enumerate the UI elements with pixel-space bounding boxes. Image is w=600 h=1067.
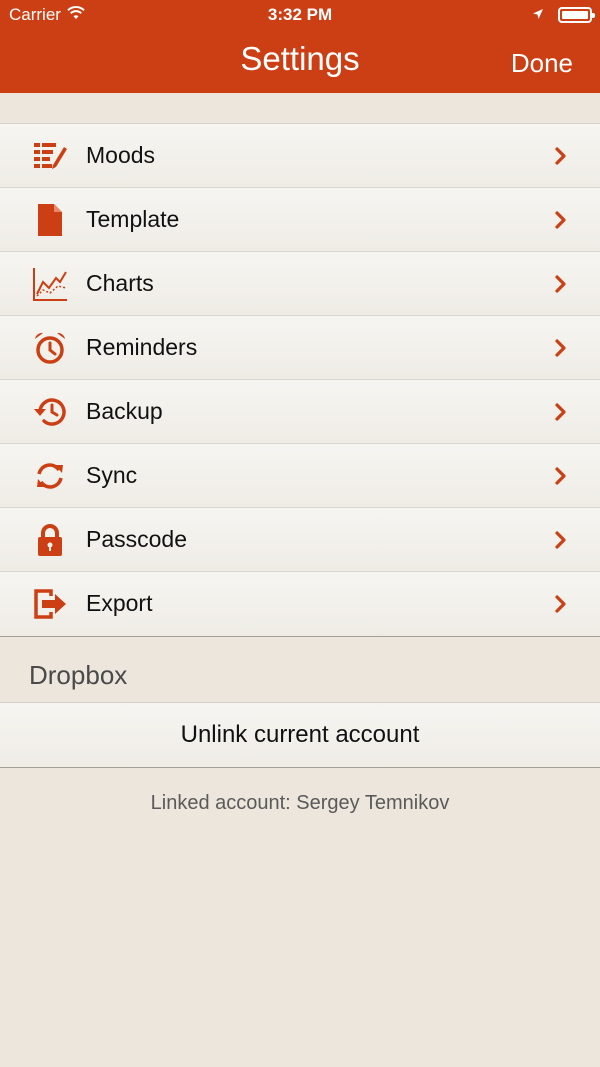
settings-item-label: Export — [86, 590, 153, 616]
chevron-right-icon — [555, 339, 566, 357]
line-chart-icon — [32, 266, 68, 302]
navigation-header: Carrier 3:32 PM Settings Done — [0, 0, 600, 93]
dropbox-section-header: Dropbox — [29, 660, 128, 690]
alarm-clock-icon — [32, 330, 68, 366]
settings-item-label: Moods — [86, 142, 156, 168]
settings-item-backup[interactable]: Backup — [0, 380, 600, 444]
chevron-right-icon — [555, 467, 566, 485]
chevron-right-icon — [555, 147, 566, 165]
settings-item-moods[interactable]: Moods — [0, 124, 600, 188]
settings-item-label: Passcode — [86, 526, 188, 552]
battery-icon — [558, 7, 595, 23]
settings-item-label: Reminders — [86, 334, 198, 360]
settings-item-label: Backup — [86, 398, 163, 424]
chevron-right-icon — [555, 531, 566, 549]
settings-item-template[interactable]: Template — [0, 188, 600, 252]
location-arrow-icon — [532, 5, 544, 25]
settings-item-export[interactable]: Export — [0, 572, 600, 636]
status-bar: Carrier 3:32 PM — [0, 0, 600, 30]
chevron-right-icon — [555, 403, 566, 421]
unlink-account-button[interactable]: Unlink current account — [0, 702, 600, 768]
chevron-right-icon — [555, 211, 566, 229]
status-right-indicators — [532, 5, 595, 25]
export-icon — [32, 586, 68, 622]
chevron-right-icon — [555, 595, 566, 613]
settings-item-label: Charts — [86, 270, 154, 296]
history-icon — [32, 394, 68, 430]
settings-item-reminders[interactable]: Reminders — [0, 316, 600, 380]
moods-list-icon — [32, 138, 68, 174]
settings-item-label: Template — [86, 206, 180, 232]
clock: 3:32 PM — [267, 5, 333, 24]
done-button[interactable]: Done — [511, 48, 573, 79]
document-icon — [32, 202, 68, 238]
settings-item-passcode[interactable]: Passcode — [0, 508, 600, 572]
settings-item-label: Sync — [86, 462, 138, 488]
settings-item-charts[interactable]: Charts — [0, 252, 600, 316]
settings-item-sync[interactable]: Sync — [0, 444, 600, 508]
lock-icon — [32, 522, 68, 558]
linked-account-label: Linked account: Sergey Temnikov — [150, 792, 450, 814]
settings-list: Moods Template Charts Reminders Backup S… — [0, 123, 600, 637]
sync-icon — [32, 458, 68, 494]
chevron-right-icon — [555, 275, 566, 293]
